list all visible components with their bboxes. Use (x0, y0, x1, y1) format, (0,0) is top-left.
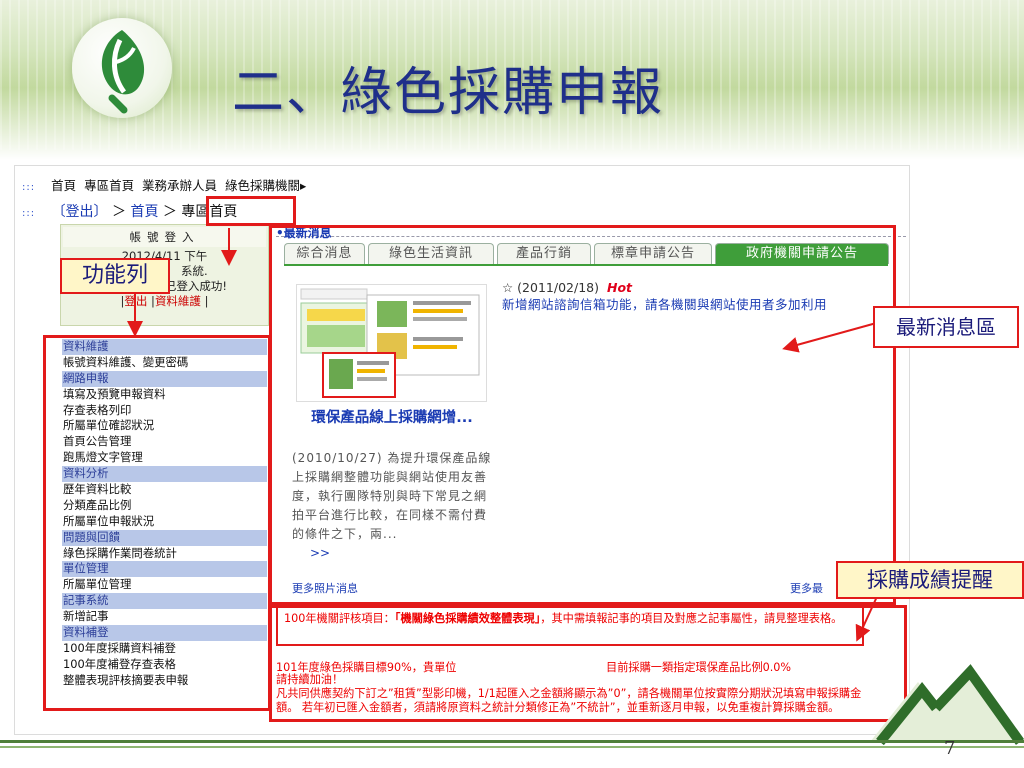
latest-news-callout: 最新消息區 (873, 306, 1019, 348)
mountain-decoration (870, 664, 1024, 746)
footer-rule (0, 740, 1024, 743)
footer-rule-secondary (0, 746, 1024, 748)
page-number: 7 (944, 738, 956, 759)
arrow-to-news (782, 321, 881, 353)
reminder-callout: 採購成績提醒 (836, 561, 1024, 599)
function-bar-callout: 功能列 (60, 258, 170, 294)
